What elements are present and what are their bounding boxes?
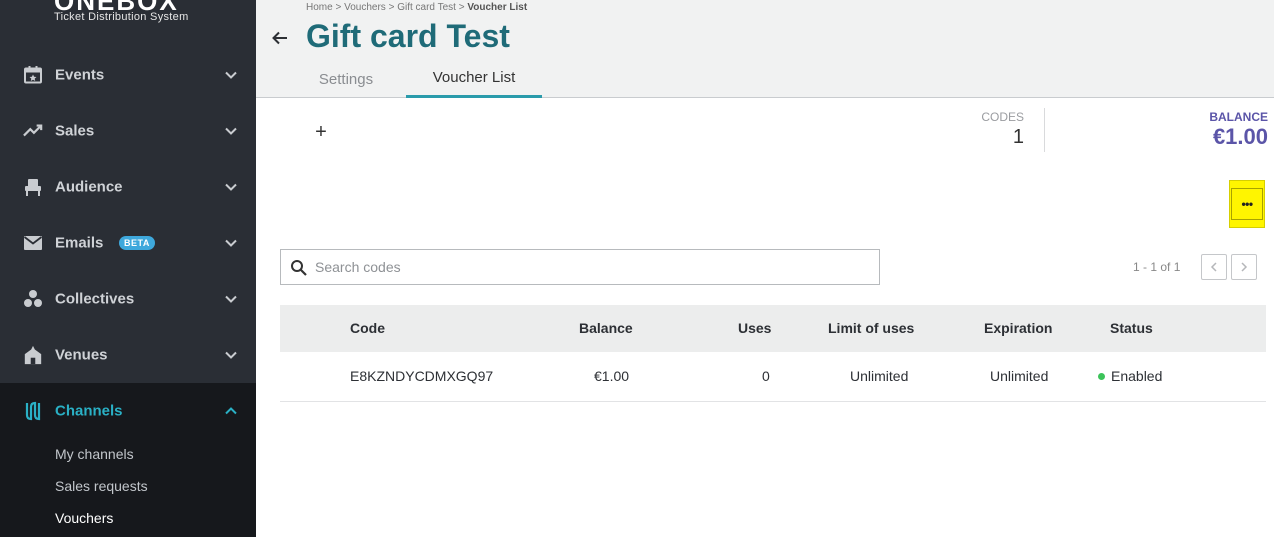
trending-up-icon xyxy=(23,121,43,141)
tab-settings[interactable]: Settings xyxy=(296,60,396,98)
sidebar: ONEBOX Ticket Distribution System Events… xyxy=(0,0,256,537)
channels-icon xyxy=(23,401,43,421)
sidebar-subitem-my-channels[interactable]: My channels xyxy=(55,446,134,462)
sidebar-item-label: Channels xyxy=(55,402,123,420)
page-title: Gift card Test xyxy=(306,18,510,54)
sidebar-item-label: Sales xyxy=(55,122,95,140)
group-icon xyxy=(23,289,43,309)
search-icon xyxy=(291,260,307,276)
breadcrumb: Home > Vouchers > Gift card Test > Vouch… xyxy=(306,2,527,13)
sidebar-item-label: Emails xyxy=(55,234,104,252)
sidebar-subitem-vouchers[interactable]: Vouchers xyxy=(55,510,113,526)
balance-label: BALANCE xyxy=(1209,110,1268,124)
previous-page-button[interactable] xyxy=(1201,254,1227,280)
sidebar-item-label: Events xyxy=(55,66,105,84)
brand-subtitle: Ticket Distribution System xyxy=(54,11,189,23)
status-dot-icon xyxy=(1098,372,1105,380)
column-header-balance[interactable]: Balance xyxy=(579,320,633,336)
table-row[interactable]: E8KZNDYCDMXGQ97 €1.00 0 Unlimited Unlimi… xyxy=(280,352,1266,402)
sidebar-item-emails[interactable]: Emails BETA xyxy=(0,215,256,271)
beta-badge: BETA xyxy=(119,236,155,250)
cell-uses: 0 xyxy=(762,368,770,384)
sidebar-item-audience[interactable]: Audience xyxy=(0,159,256,215)
breadcrumb-home[interactable]: Home xyxy=(306,2,333,13)
cell-status: Enabled xyxy=(1098,368,1162,384)
more-icon: ••• xyxy=(1231,188,1263,220)
table-header: Code Balance Uses Limit of uses Expirati… xyxy=(280,305,1266,352)
sidebar-item-label: Venues xyxy=(55,346,108,364)
codes-value: 1 xyxy=(1012,126,1024,148)
cell-balance: €1.00 xyxy=(594,368,630,384)
sidebar-subitem-sales-requests[interactable]: Sales requests xyxy=(55,478,148,494)
sidebar-item-events[interactable]: Events xyxy=(0,47,256,103)
seat-icon xyxy=(23,177,43,197)
column-header-uses[interactable]: Uses xyxy=(738,320,771,336)
cell-code: E8KZNDYCDMXGQ97 xyxy=(350,368,494,384)
sidebar-item-channels[interactable]: Channels xyxy=(0,383,256,439)
brand-logo[interactable]: ONEBOX Ticket Distribution System xyxy=(54,0,214,23)
search-box xyxy=(280,249,880,285)
status-label: Enabled xyxy=(1111,368,1163,384)
sidebar-item-venues[interactable]: Venues xyxy=(0,327,256,383)
chevron-right-icon xyxy=(1241,262,1248,272)
search-input[interactable] xyxy=(315,256,865,278)
sidebar-item-sales[interactable]: Sales xyxy=(0,103,256,159)
column-header-limit[interactable]: Limit of uses xyxy=(828,320,914,336)
tab-voucher-list[interactable]: Voucher List xyxy=(406,60,542,98)
column-header-code[interactable]: Code xyxy=(350,320,385,336)
chevron-down-icon xyxy=(225,295,237,303)
sidebar-item-label: Collectives xyxy=(55,290,135,308)
breadcrumb-separator: > xyxy=(388,2,395,13)
column-header-status[interactable]: Status xyxy=(1110,320,1153,336)
sidebar-item-label: Audience xyxy=(55,178,123,196)
envelope-icon xyxy=(23,233,43,253)
more-actions-button[interactable]: ••• xyxy=(1229,180,1265,228)
breadcrumb-vouchers[interactable]: Vouchers xyxy=(344,2,386,13)
chevron-up-icon xyxy=(225,407,237,415)
chevron-down-icon xyxy=(225,127,237,135)
next-page-button[interactable] xyxy=(1231,254,1257,280)
breadcrumb-separator: > xyxy=(458,2,465,13)
chevron-down-icon xyxy=(225,351,237,359)
column-header-expiration[interactable]: Expiration xyxy=(984,320,1052,336)
chevron-down-icon xyxy=(225,183,237,191)
breadcrumb-current: Voucher List xyxy=(467,2,528,13)
balance-stat: BALANCE €1.00 xyxy=(1150,110,1268,150)
chevron-down-icon xyxy=(225,239,237,247)
chevron-down-icon xyxy=(225,71,237,79)
building-icon xyxy=(23,345,43,365)
codes-label: CODES xyxy=(981,110,1024,124)
cell-expiration: Unlimited xyxy=(990,368,1049,384)
pagination-info: 1 - 1 of 1 xyxy=(1133,260,1181,274)
calendar-star-icon xyxy=(23,65,43,85)
codes-stat: CODES 1 xyxy=(964,110,1024,149)
add-voucher-button[interactable]: + xyxy=(310,121,332,143)
breadcrumb-separator: > xyxy=(335,2,342,13)
breadcrumb-gift-card[interactable]: Gift card Test xyxy=(397,2,456,13)
back-arrow-icon[interactable] xyxy=(270,28,290,48)
stats-divider xyxy=(1044,108,1045,152)
page-header: Home > Vouchers > Gift card Test > Vouch… xyxy=(256,0,1274,98)
cell-limit: Unlimited xyxy=(850,368,909,384)
sidebar-item-collectives[interactable]: Collectives xyxy=(0,271,256,327)
balance-value: €1.00 xyxy=(1212,124,1268,149)
chevron-left-icon xyxy=(1210,262,1217,272)
